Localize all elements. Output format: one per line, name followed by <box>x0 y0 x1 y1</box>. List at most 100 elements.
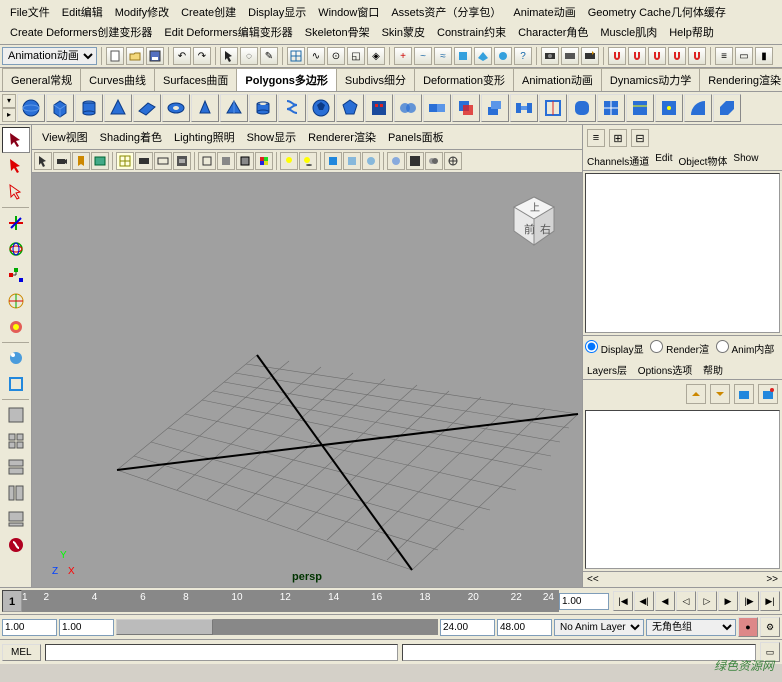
sel-help-icon[interactable]: ? <box>514 47 532 65</box>
range-start-field[interactable] <box>2 619 57 636</box>
anim-prefs-icon[interactable]: ⚙ <box>760 617 780 637</box>
xray-joints-icon[interactable] <box>362 152 380 170</box>
channel-menu-object[interactable]: Object物体 <box>679 153 728 168</box>
snap-live-icon[interactable]: ◈ <box>367 47 385 65</box>
wireframe-icon[interactable] <box>198 152 216 170</box>
autokey-icon[interactable]: ● <box>738 617 758 637</box>
play-back-icon[interactable]: ◁ <box>676 591 696 611</box>
sel-poly-icon[interactable] <box>454 47 472 65</box>
menu-edit[interactable]: Edit编辑 <box>56 2 109 22</box>
show-manip-icon[interactable] <box>2 345 30 371</box>
resolution-gate-icon[interactable] <box>154 152 172 170</box>
poly-cone-icon[interactable] <box>104 94 132 122</box>
exposure-icon[interactable] <box>444 152 462 170</box>
wire-shaded-icon[interactable] <box>236 152 254 170</box>
extract-icon[interactable] <box>423 94 451 122</box>
layout-two-h-icon[interactable] <box>2 454 30 480</box>
magnet-1-icon[interactable] <box>608 47 626 65</box>
range-end-field[interactable] <box>497 619 552 636</box>
shelf-tab-subdivs[interactable]: Subdivs细分 <box>336 68 415 91</box>
menu-display[interactable]: Display显示 <box>242 2 312 22</box>
menu-muscle[interactable]: Muscle肌肉 <box>594 22 663 42</box>
layout-script-icon[interactable] <box>2 532 30 558</box>
channel-layout-3-icon[interactable]: ⊟ <box>631 129 649 147</box>
high-quality-icon[interactable] <box>387 152 405 170</box>
motion-blur-icon[interactable] <box>425 152 443 170</box>
layout-four-icon[interactable] <box>2 428 30 454</box>
channel-body[interactable] <box>585 173 780 333</box>
layer-menu-help[interactable]: 帮助 <box>703 366 723 377</box>
magnet-2-icon[interactable] <box>628 47 646 65</box>
menu-edit-deformers[interactable]: Edit Deformers编辑变形器 <box>158 22 298 42</box>
viewport-3d[interactable]: 前 右 上 Y Z X persp <box>32 173 582 587</box>
file-open-icon[interactable] <box>126 47 144 65</box>
lasso-icon[interactable]: ◌ <box>240 47 258 65</box>
layer-menu-options[interactable]: Options选项 <box>638 366 692 377</box>
menu-create-deformers[interactable]: Create Deformers创建变形器 <box>4 22 158 42</box>
insert-edge-icon[interactable] <box>626 94 654 122</box>
soft-mod-icon[interactable] <box>2 314 30 340</box>
shelf-tab-curves[interactable]: Curves曲线 <box>80 68 155 91</box>
snap-point-icon[interactable]: ⊙ <box>327 47 345 65</box>
xray-icon[interactable] <box>343 152 361 170</box>
poly-type-icon[interactable] <box>365 94 393 122</box>
shelf-tab-polygons[interactable]: Polygons多边形 <box>236 68 337 91</box>
construction-history-icon[interactable]: ≡ <box>715 47 733 65</box>
working-mode-select[interactable]: Animation动画 <box>2 47 97 65</box>
menu-help[interactable]: Help帮助 <box>663 22 720 42</box>
bookmark-icon[interactable] <box>72 152 90 170</box>
viewcube-icon[interactable]: 前 右 上 <box>506 193 562 249</box>
shelf-tab-surfaces[interactable]: Surfaces曲面 <box>154 68 237 91</box>
script-mode-button[interactable]: MEL <box>2 644 41 661</box>
shelf-scroll-icon[interactable]: ▸ <box>2 108 16 122</box>
panel-menu-view[interactable]: View视图 <box>36 127 94 147</box>
panel-menu-shading[interactable]: Shading着色 <box>94 127 168 147</box>
universal-manip-icon[interactable] <box>2 288 30 314</box>
layer-radio-display[interactable] <box>585 340 598 353</box>
grid-toggle-icon[interactable] <box>116 152 134 170</box>
layer-move-up-icon[interactable] <box>686 384 706 404</box>
extrude-icon[interactable] <box>481 94 509 122</box>
shelf-tab-dynamics[interactable]: Dynamics动力学 <box>601 68 700 91</box>
shelf-menu-down-icon[interactable]: ▾ <box>2 94 16 108</box>
magnet-3-icon[interactable] <box>648 47 666 65</box>
snap-plane-icon[interactable]: ◱ <box>347 47 365 65</box>
bridge-icon[interactable] <box>510 94 538 122</box>
time-cursor[interactable]: 1 <box>2 590 22 612</box>
last-tool-icon[interactable] <box>2 371 30 397</box>
command-input[interactable] <box>45 644 399 661</box>
select-camera-icon[interactable] <box>34 152 52 170</box>
redo-icon[interactable]: ↷ <box>193 47 211 65</box>
lasso-tool-icon[interactable] <box>2 153 30 179</box>
panel-menu-lighting[interactable]: Lighting照明 <box>168 127 241 147</box>
viewport2-icon[interactable] <box>406 152 424 170</box>
poly-plane-icon[interactable] <box>133 94 161 122</box>
step-back-key-icon[interactable]: ◀| <box>634 591 654 611</box>
step-back-icon[interactable]: ◀ <box>655 591 675 611</box>
bevel-icon[interactable] <box>713 94 741 122</box>
poly-pipe-icon[interactable] <box>249 94 277 122</box>
move-tool-icon[interactable] <box>2 210 30 236</box>
menu-skeleton[interactable]: Skeleton骨架 <box>299 22 376 42</box>
paint-tool-icon[interactable] <box>2 179 30 205</box>
magnet-5-icon[interactable] <box>688 47 706 65</box>
menu-file[interactable]: File文件 <box>4 2 56 22</box>
menu-modify[interactable]: Modify修改 <box>109 2 175 22</box>
sel-curve-icon[interactable]: ~ <box>414 47 432 65</box>
ipr-icon[interactable] <box>561 47 579 65</box>
layout-single-icon[interactable] <box>2 402 30 428</box>
wedge-icon[interactable] <box>684 94 712 122</box>
channel-menu-show[interactable]: Show <box>733 153 758 168</box>
layer-radio-render[interactable] <box>650 340 663 353</box>
channel-menu-channels[interactable]: Channels通道 <box>587 153 649 168</box>
isolate-icon[interactable] <box>324 152 342 170</box>
anim-layer-select[interactable]: No Anim Layer <box>554 619 644 636</box>
range-slider-thumb[interactable] <box>116 619 213 635</box>
poke-icon[interactable] <box>655 94 683 122</box>
gate-mask-icon[interactable] <box>173 152 191 170</box>
channel-layout-1-icon[interactable]: ≡ <box>587 129 605 147</box>
sel-plane-icon[interactable] <box>474 47 492 65</box>
script-editor-icon[interactable]: ▭ <box>760 642 780 662</box>
new-layer-icon[interactable] <box>734 384 754 404</box>
time-ruler[interactable]: 1 2 4 6 8 10 12 14 16 18 20 22 24 <box>22 590 559 612</box>
